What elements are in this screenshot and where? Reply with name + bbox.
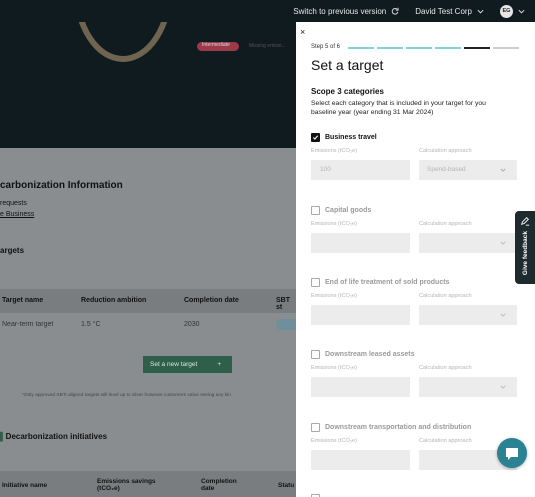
chevron-down-icon	[518, 9, 525, 14]
approach-label: Calculation approach	[419, 293, 472, 299]
progress-segment	[406, 47, 432, 49]
emissions-input[interactable]	[311, 233, 410, 253]
user-menu[interactable]: EG	[500, 4, 525, 18]
set-new-target-button[interactable]: Set a new target +	[143, 356, 232, 373]
column-header: Target name	[2, 297, 44, 304]
column-header: Completion date	[201, 478, 237, 492]
set-target-panel: × Step 5 of 6 Set a target Scope 3 categ…	[296, 22, 535, 497]
progress-segment	[377, 47, 403, 49]
check-icon	[312, 134, 319, 140]
section-heading: carbonization Information	[0, 180, 123, 191]
table-cell: 1.5 °C	[81, 321, 101, 328]
checkbox[interactable]	[311, 493, 320, 497]
emissions-label: Emissions (tCO₂e)	[311, 148, 357, 154]
progress-segment	[435, 47, 461, 49]
background-hero: Intermediate Missing emissi...	[0, 0, 296, 148]
column-header: Statu	[278, 482, 295, 489]
emissions-input[interactable]	[311, 305, 410, 325]
column-header: Emissions savings (tCO₂e)	[97, 478, 156, 492]
approach-value: Spend-based	[427, 166, 466, 173]
business-link[interactable]: e Business	[0, 211, 34, 218]
emissions-label: Emissions (tCO₂e)	[311, 221, 357, 227]
approach-select[interactable]	[419, 377, 517, 397]
requests-text: requests	[0, 200, 27, 207]
category-label: End of life treatment of sold products	[325, 278, 450, 286]
avatar: EG	[500, 4, 513, 18]
checkbox[interactable]	[311, 205, 320, 215]
switch-version-label: Switch to previous version	[293, 6, 387, 16]
background-page: carbonization Information requests e Bus…	[0, 148, 306, 497]
progress-segment	[464, 47, 490, 49]
top-bar: Switch to previous version David Test Co…	[0, 0, 535, 22]
checkbox[interactable]	[311, 349, 320, 359]
emissions-input[interactable]	[311, 450, 410, 470]
approach-label: Calculation approach	[419, 221, 472, 227]
org-name: David Test Corp	[415, 6, 472, 16]
page-title: Set a target	[311, 57, 384, 73]
checkbox[interactable]	[311, 422, 320, 432]
step-progress	[348, 47, 522, 49]
pencil-icon	[520, 217, 530, 226]
chevron-down-icon	[477, 9, 484, 14]
column-header: Initiative name	[2, 482, 48, 489]
switch-version-button[interactable]: Switch to previous version	[293, 7, 399, 16]
chevron-down-icon	[500, 168, 506, 172]
checkbox[interactable]	[311, 132, 320, 142]
approach-select[interactable]	[419, 305, 517, 325]
category-end-of-life: End of life treatment of sold products E…	[311, 277, 521, 325]
category-label: Downstream leased assets	[325, 350, 415, 358]
chevron-down-icon	[500, 313, 506, 317]
status-text: Missing emissi...	[249, 43, 286, 49]
org-switcher[interactable]: David Test Corp	[415, 7, 484, 16]
progress-segment	[348, 47, 374, 49]
refresh-icon	[392, 7, 399, 15]
close-icon[interactable]: ×	[300, 27, 305, 37]
category-next	[311, 493, 521, 497]
checkbox[interactable]	[311, 277, 320, 287]
chat-icon	[506, 447, 518, 460]
column-header: Completion date	[184, 297, 239, 304]
give-feedback-label: Give feedback	[521, 231, 529, 276]
table-row[interactable]: Near-term target 1.5 °C 2030	[0, 313, 306, 337]
category-business-travel: Business travel Emissions (tCO₂e) Calcul…	[311, 132, 521, 180]
initiatives-heading: ▌Decarbonization initiatives	[0, 432, 107, 441]
chevron-down-icon	[500, 241, 506, 245]
progress-segment	[493, 47, 519, 49]
category-downstream-transportation: Downstream transportation and distributi…	[311, 422, 521, 470]
emissions-label: Emissions (tCO₂e)	[311, 293, 357, 299]
step-indicator: Step 5 of 6	[311, 44, 341, 50]
give-feedback-tab[interactable]: Give feedback	[515, 211, 535, 284]
section-title: Scope 3 categories	[311, 87, 384, 96]
emissions-label: Emissions (tCO₂e)	[311, 365, 357, 371]
section-description: Select each category that is included in…	[311, 100, 486, 116]
set-new-target-label: Set a new target	[150, 361, 198, 368]
category-capital-goods: Capital goods Emissions (tCO₂e) Calculat…	[311, 205, 521, 253]
table-cell: 2030	[184, 321, 200, 328]
category-label: Business travel	[325, 133, 377, 141]
approach-label: Calculation approach	[419, 365, 472, 371]
chat-button[interactable]	[497, 438, 527, 468]
initiatives-heading-text: Decarbonization initiatives	[5, 432, 108, 441]
initiatives-table-header: Initiative name Emissions savings (tCO₂e…	[0, 471, 296, 497]
emissions-input[interactable]	[311, 377, 410, 397]
targets-table-header: Target name Reduction ambition Completio…	[0, 289, 296, 313]
approach-label: Calculation approach	[419, 438, 472, 444]
emissions-input[interactable]: 100	[311, 160, 410, 180]
emissions-label: Emissions (tCO₂e)	[311, 438, 357, 444]
category-label: Downstream transportation and distributi…	[325, 423, 472, 431]
approach-label: Calculation approach	[419, 148, 472, 154]
status-badge: Intermediate	[197, 42, 239, 51]
chevron-down-icon	[500, 385, 506, 389]
table-cell: Near-term target	[2, 321, 54, 328]
approach-select[interactable]: Spend-based	[419, 160, 517, 180]
targets-heading: argets	[0, 246, 25, 255]
category-downstream-leased-assets: Downstream leased assets Emissions (tCO₂…	[311, 349, 521, 397]
plus-icon: +	[217, 361, 222, 368]
approach-select[interactable]	[419, 233, 517, 253]
footnote: *Only approved SBTi aligned targets will…	[22, 393, 231, 398]
column-header: Reduction ambition	[81, 297, 147, 304]
column-header: SBT st	[276, 297, 290, 311]
category-label: Capital goods	[325, 206, 372, 214]
